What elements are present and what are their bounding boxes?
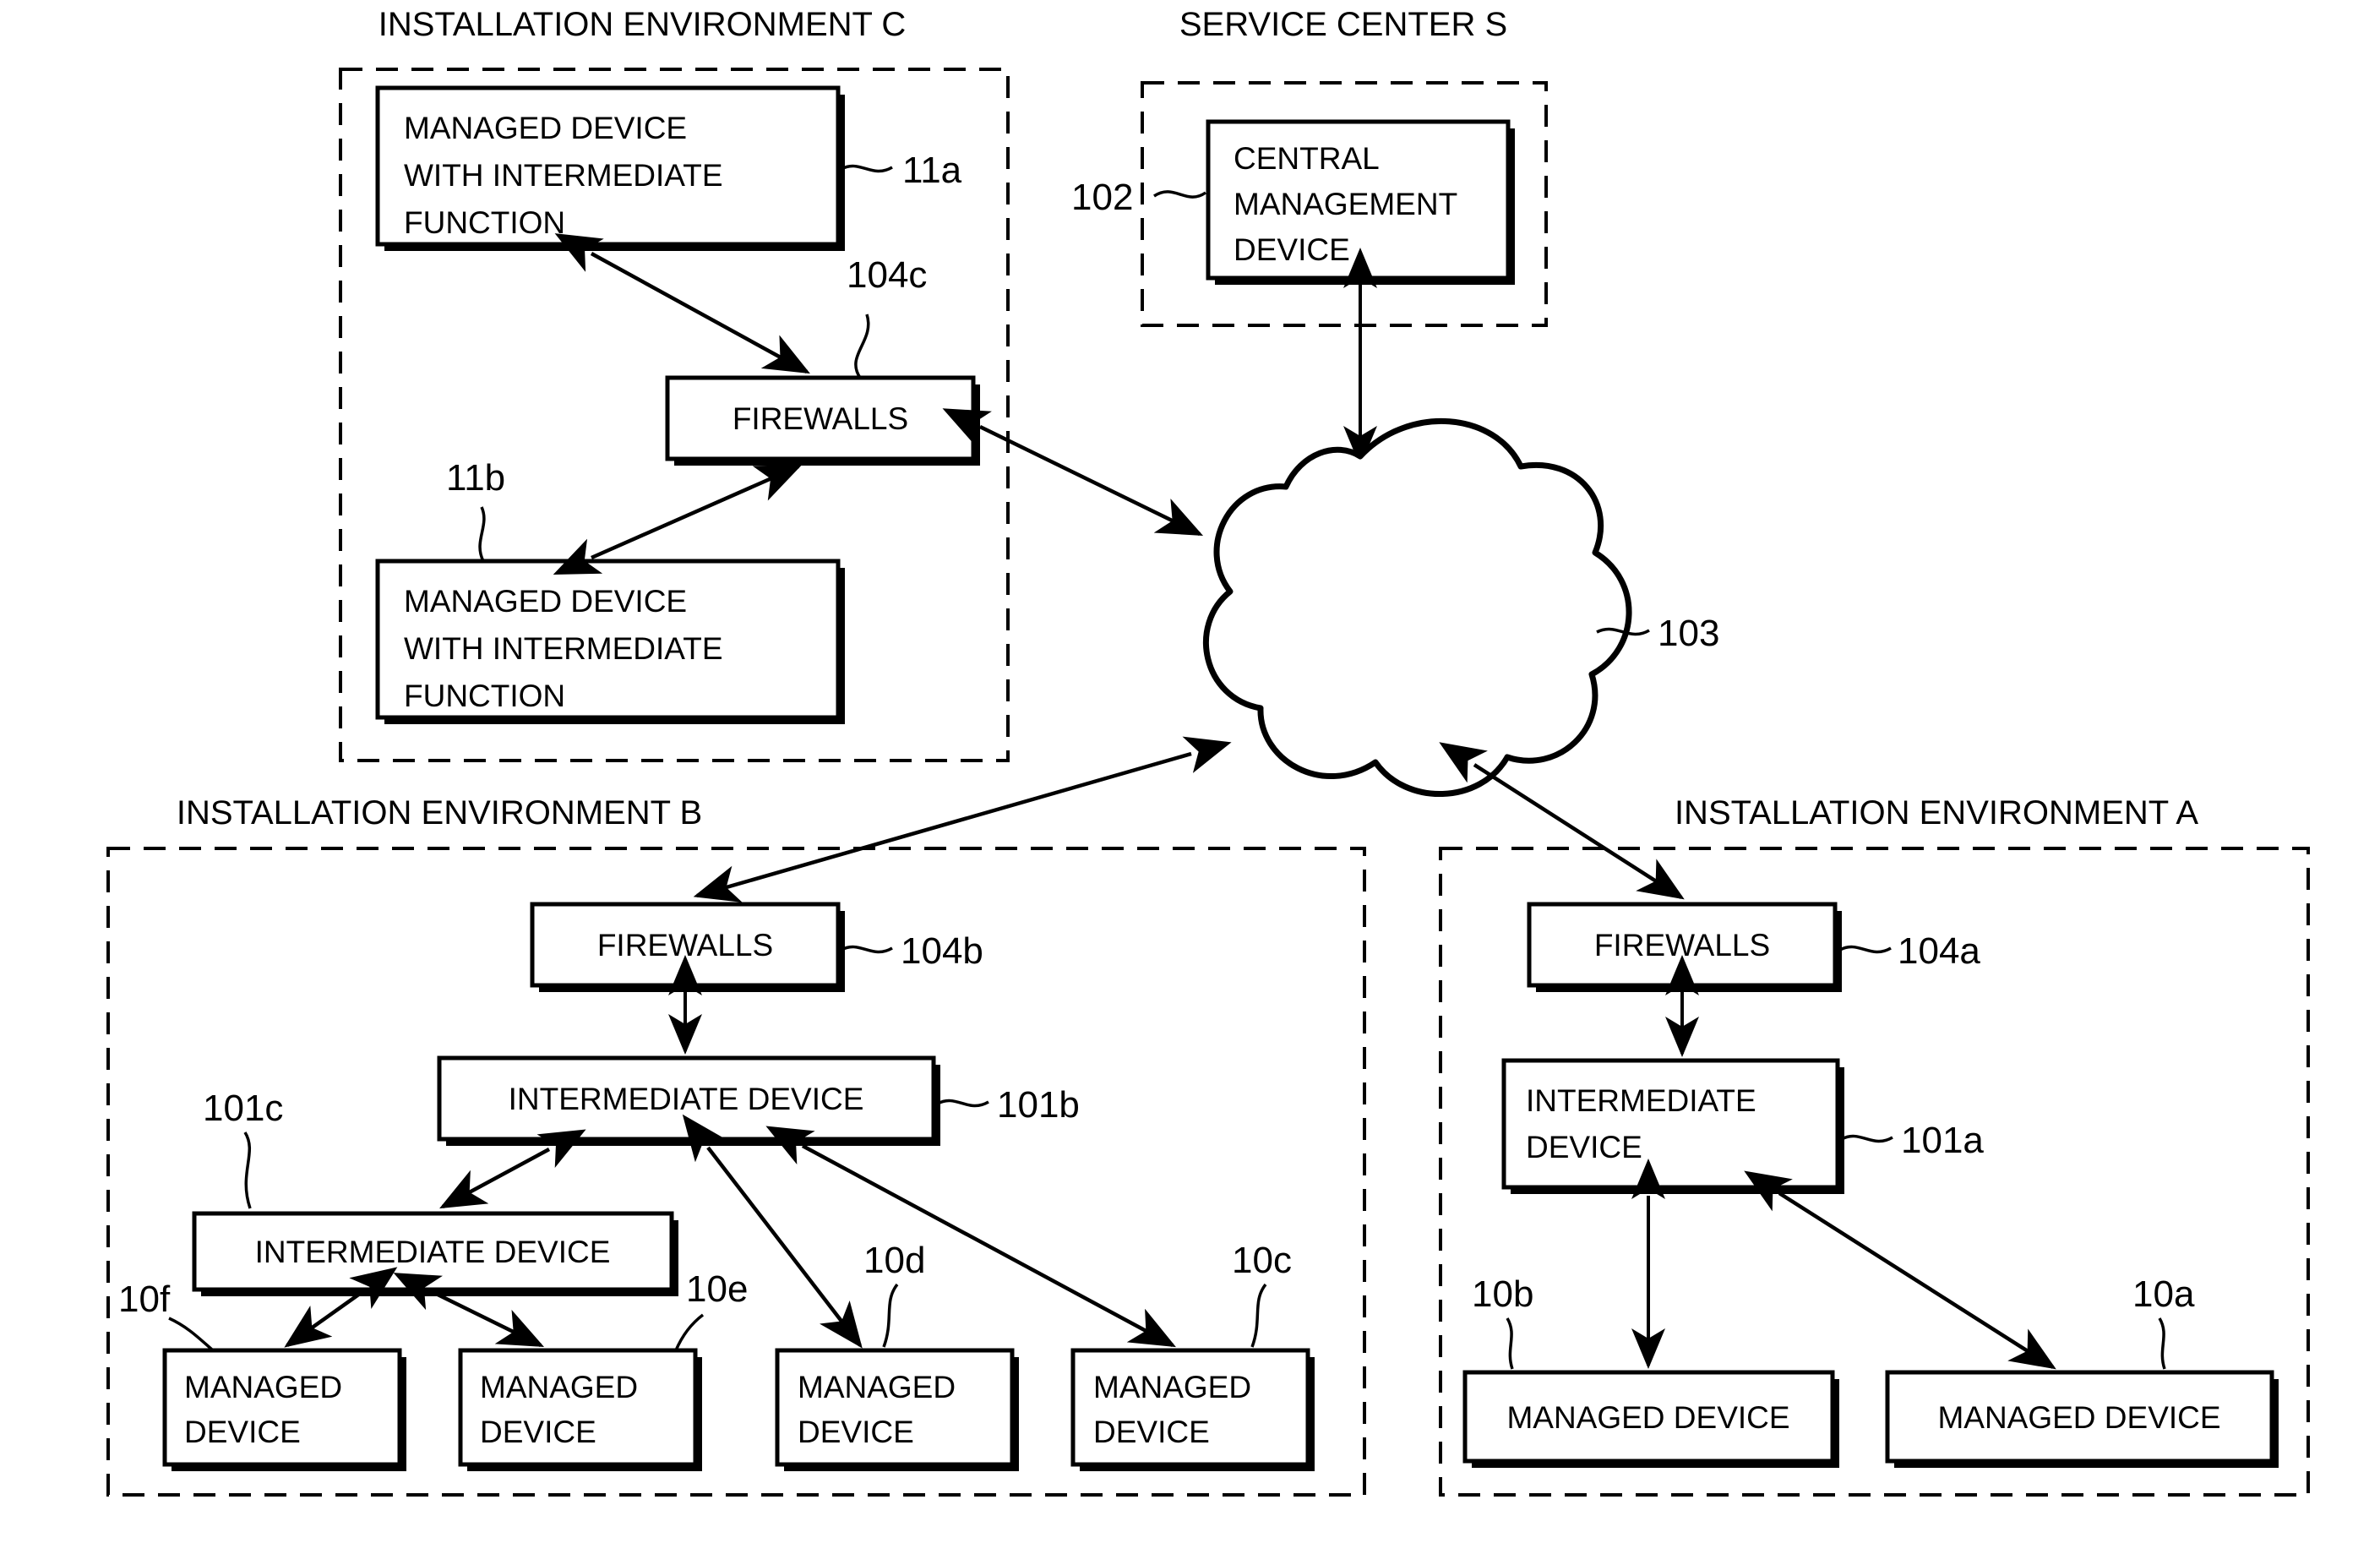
connector-intermediate-b-to-10d <box>682 1114 863 1349</box>
node-label-11a-line2: WITH INTERMEDIATE <box>404 158 723 193</box>
leader-line-10c <box>1250 1283 1267 1348</box>
node-label-10f-line1: MANAGED <box>184 1370 342 1404</box>
ref-number-101b: 101b <box>997 1084 1080 1126</box>
connector-intermediate-b-to-intermediate-c <box>439 1129 586 1209</box>
ref-number-101c: 101c <box>203 1088 283 1129</box>
node-label-managed-device-10b: MANAGED DEVICE <box>1506 1400 1789 1435</box>
node-label-10f-line2: DEVICE <box>184 1415 301 1449</box>
region-title-env-c: INSTALLATION ENVIRONMENT C <box>379 6 907 43</box>
node-label-firewalls-104a: FIREWALLS <box>1594 928 1770 962</box>
ref-number-10c: 10c <box>1232 1240 1292 1281</box>
connector-firewalls-c-to-cloud <box>942 408 1204 537</box>
ref-number-10e: 10e <box>686 1268 748 1310</box>
connector-cloud-to-firewalls-a <box>1439 742 1685 900</box>
node-label-10c-line1: MANAGED <box>1093 1370 1251 1404</box>
node-label-11b-line1: MANAGED DEVICE <box>404 584 687 619</box>
leader-line-10d <box>882 1283 899 1348</box>
leader-line-10a <box>2158 1317 2166 1370</box>
node-label-firewalls-104b: FIREWALLS <box>597 928 773 962</box>
network-cloud <box>1202 417 1632 798</box>
network-architecture-diagram: INSTALLATION ENVIRONMENT C MANAGED DEVIC… <box>106 6 2310 1497</box>
leader-line-104a <box>1839 945 1892 954</box>
node-label-101a-line2: DEVICE <box>1526 1130 1642 1164</box>
ref-number-10d: 10d <box>863 1240 925 1281</box>
node-label-11a-line3: FUNCTION <box>404 205 565 240</box>
node-intermediate-device-101a[interactable] <box>1501 1058 1840 1190</box>
node-label-10e-line1: MANAGED <box>480 1370 638 1404</box>
region-title-env-a: INSTALLATION ENVIRONMENT A <box>1675 794 2198 832</box>
region-title-service-center: SERVICE CENTER S <box>1179 6 1507 43</box>
leader-line-102 <box>1153 190 1206 199</box>
node-label-11a-line1: MANAGED DEVICE <box>404 111 687 145</box>
leader-line-10f <box>168 1317 215 1352</box>
leader-line-10e <box>674 1313 705 1351</box>
leader-line-104b <box>841 945 893 954</box>
node-label-cmd-line2: MANAGEMENT <box>1234 187 1457 221</box>
leader-line-101c <box>243 1131 252 1209</box>
ref-number-104b: 104b <box>901 930 983 972</box>
ref-number-10f: 10f <box>118 1279 171 1320</box>
leader-line-101a <box>1841 1134 1893 1143</box>
leader-line-10b <box>1506 1317 1514 1370</box>
node-label-managed-device-10a: MANAGED DEVICE <box>1937 1400 2220 1435</box>
connector-intermediate-c-to-10e <box>393 1273 545 1348</box>
region-title-env-b: INSTALLATION ENVIRONMENT B <box>177 794 702 832</box>
node-label-10d-line1: MANAGED <box>798 1370 956 1404</box>
connector-cloud-to-firewalls-b <box>693 736 1232 902</box>
node-label-10c-line2: DEVICE <box>1093 1415 1210 1449</box>
connector-intermediate-c-to-10f <box>284 1267 398 1348</box>
ref-number-104c: 104c <box>847 254 927 296</box>
ref-number-11b: 11b <box>446 457 505 499</box>
node-label-cmd-line3: DEVICE <box>1234 232 1350 267</box>
ref-number-101a: 101a <box>1901 1120 1984 1161</box>
patent-figure-page: INSTALLATION ENVIRONMENT C MANAGED DEVIC… <box>0 0 2380 1565</box>
node-label-11b-line3: FUNCTION <box>404 679 565 713</box>
node-label-intermediate-device-101c: INTERMEDIATE DEVICE <box>255 1235 611 1269</box>
node-label-11b-line2: WITH INTERMEDIATE <box>404 631 723 666</box>
node-label-10d-line2: DEVICE <box>798 1415 914 1449</box>
ref-number-10a: 10a <box>2132 1273 2195 1315</box>
node-label-cmd-line1: CENTRAL <box>1234 141 1380 176</box>
connector-11a-to-firewalls-c <box>554 233 810 374</box>
connector-intermediate-b-to-10c <box>765 1126 1176 1348</box>
leader-line-11a <box>841 164 893 173</box>
connector-11b-to-firewalls-c <box>553 464 803 575</box>
node-label-firewalls-104c: FIREWALLS <box>733 401 908 436</box>
ref-number-102: 102 <box>1071 177 1133 218</box>
ref-number-104a: 104a <box>1898 930 1980 972</box>
node-label-101a-line1: INTERMEDIATE <box>1526 1083 1756 1118</box>
node-label-10e-line2: DEVICE <box>480 1415 596 1449</box>
ref-number-10b: 10b <box>1472 1273 1533 1315</box>
ref-number-11a: 11a <box>902 150 962 191</box>
leader-line-104c <box>854 314 870 379</box>
connector-intermediate-a-to-10a <box>1744 1170 2056 1370</box>
leader-line-101b <box>937 1099 989 1108</box>
node-label-intermediate-device-101b: INTERMEDIATE DEVICE <box>509 1082 864 1116</box>
ref-number-103: 103 <box>1658 613 1719 654</box>
leader-line-11b <box>478 506 486 562</box>
